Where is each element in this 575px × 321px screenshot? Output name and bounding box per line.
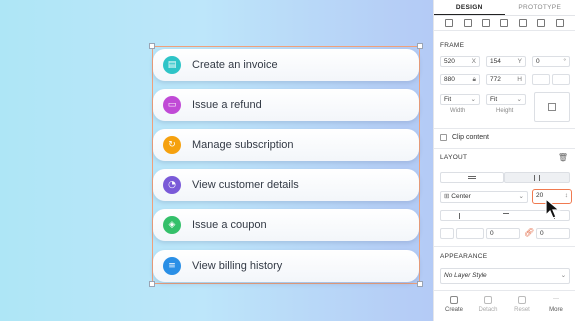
padding-toggle-icon[interactable] <box>440 228 454 239</box>
width-mode-select[interactable]: Fit ⌄ <box>440 94 480 105</box>
refund-icon: ▭ <box>163 96 181 114</box>
tab-design[interactable]: DESIGN <box>434 0 505 15</box>
width-field[interactable]: 880 🔒︎ <box>440 74 480 85</box>
more-button[interactable]: ··· More <box>542 296 570 313</box>
alignment-toolbar <box>434 16 575 31</box>
trash-icon[interactable]: 🗑︎ <box>558 153 568 162</box>
flip-horizontal-icon[interactable] <box>532 74 550 85</box>
rotation-field[interactable]: 0 ° <box>532 56 570 67</box>
reset-button[interactable]: Reset <box>508 296 536 313</box>
frame-section-title: FRAME <box>440 42 465 49</box>
list-item-label: View billing history <box>192 260 283 272</box>
align-bottom-icon[interactable] <box>537 19 546 27</box>
reset-icon <box>518 296 526 304</box>
mouse-cursor-icon <box>545 198 561 219</box>
flip-vertical-icon[interactable] <box>552 74 570 85</box>
detach-button[interactable]: Detach <box>474 296 502 313</box>
create-button[interactable]: Create <box>440 296 468 313</box>
clip-content-label: Clip content <box>452 134 489 141</box>
constraints-widget[interactable] <box>534 92 570 122</box>
list-item-create-invoice[interactable]: ▤ Create an invoice <box>153 49 419 81</box>
layout-section-title: LAYOUT <box>440 154 468 161</box>
coupon-icon: ◈ <box>163 216 181 234</box>
list-item-label: Manage subscription <box>192 139 294 151</box>
list-item-issue-coupon[interactable]: ◈ Issue a coupon <box>153 209 419 241</box>
alignment-select[interactable]: ⊞ Center ⌄ <box>440 191 528 203</box>
align-right-icon[interactable] <box>482 19 491 27</box>
layout-direction-horizontal[interactable] <box>504 172 570 183</box>
x-field[interactable]: 520 X <box>440 56 480 67</box>
link-icon[interactable]: 🔗︎ <box>524 228 534 237</box>
list-item-label: Create an invoice <box>192 59 278 71</box>
y-field[interactable]: 154 Y <box>486 56 526 67</box>
align-top-icon[interactable] <box>500 19 509 27</box>
padding-horizontal-field[interactable] <box>456 228 484 239</box>
subscription-icon: ↻ <box>163 136 181 154</box>
more-icon: ··· <box>553 296 559 302</box>
list-item-label: Issue a refund <box>192 99 262 111</box>
resize-handle-bottom-left[interactable] <box>149 281 155 287</box>
list-item-label: View customer details <box>192 179 299 191</box>
align-left-icon[interactable] <box>445 19 454 27</box>
height-field[interactable]: 772 H <box>486 74 526 85</box>
distribute-icon[interactable] <box>555 19 564 27</box>
resize-handle-top-right[interactable] <box>417 43 423 49</box>
billing-history-icon: ≡ <box>163 257 181 275</box>
height-mode-label: Height <box>496 108 514 114</box>
canvas[interactable]: ▤ Create an invoice ▭ Issue a refund ↻ M… <box>0 0 433 321</box>
tab-prototype[interactable]: PROTOTYPE <box>505 0 575 15</box>
inspector-panel: DESIGN PROTOTYPE FRAME 520 X 154 Y 0 ° 880 🔒… <box>433 0 575 321</box>
list-item-view-customer-details[interactable]: ◔ View customer details <box>153 169 419 201</box>
align-middle-icon[interactable] <box>518 19 527 27</box>
customer-icon: ◔ <box>163 176 181 194</box>
align-center-h-icon[interactable] <box>463 19 472 27</box>
detach-icon <box>484 296 492 304</box>
padding-right-field[interactable]: 0 <box>536 228 570 239</box>
layer-style-select[interactable]: No Layer Style ⌄ <box>440 268 570 284</box>
align-start-icon[interactable] <box>459 213 465 219</box>
clip-content-row[interactable]: Clip content <box>440 134 489 141</box>
selected-frame[interactable]: ▤ Create an invoice ▭ Issue a refund ↻ M… <box>149 43 423 287</box>
resize-handle-top-left[interactable] <box>149 43 155 49</box>
width-mode-label: Width <box>450 108 466 114</box>
height-mode-select[interactable]: Fit ⌄ <box>486 94 526 105</box>
lock-icon: 🔒︎ <box>472 76 476 83</box>
clip-content-checkbox[interactable] <box>440 134 447 141</box>
inspector-tabs: DESIGN PROTOTYPE <box>434 0 575 16</box>
align-center-icon[interactable] <box>503 213 509 219</box>
invoice-icon: ▤ <box>163 56 181 74</box>
appearance-section-title: APPEARANCE <box>440 253 488 260</box>
layout-direction-vertical[interactable] <box>440 172 504 183</box>
resize-handle-bottom-right[interactable] <box>417 281 423 287</box>
list-item-issue-refund[interactable]: ▭ Issue a refund <box>153 89 419 121</box>
list-item-view-billing-history[interactable]: ≡ View billing history <box>153 250 419 282</box>
padding-left-field[interactable]: 0 <box>486 228 520 239</box>
list-item-manage-subscription[interactable]: ↻ Manage subscription <box>153 129 419 161</box>
list-item-label: Issue a coupon <box>192 219 267 231</box>
create-icon <box>450 296 458 304</box>
